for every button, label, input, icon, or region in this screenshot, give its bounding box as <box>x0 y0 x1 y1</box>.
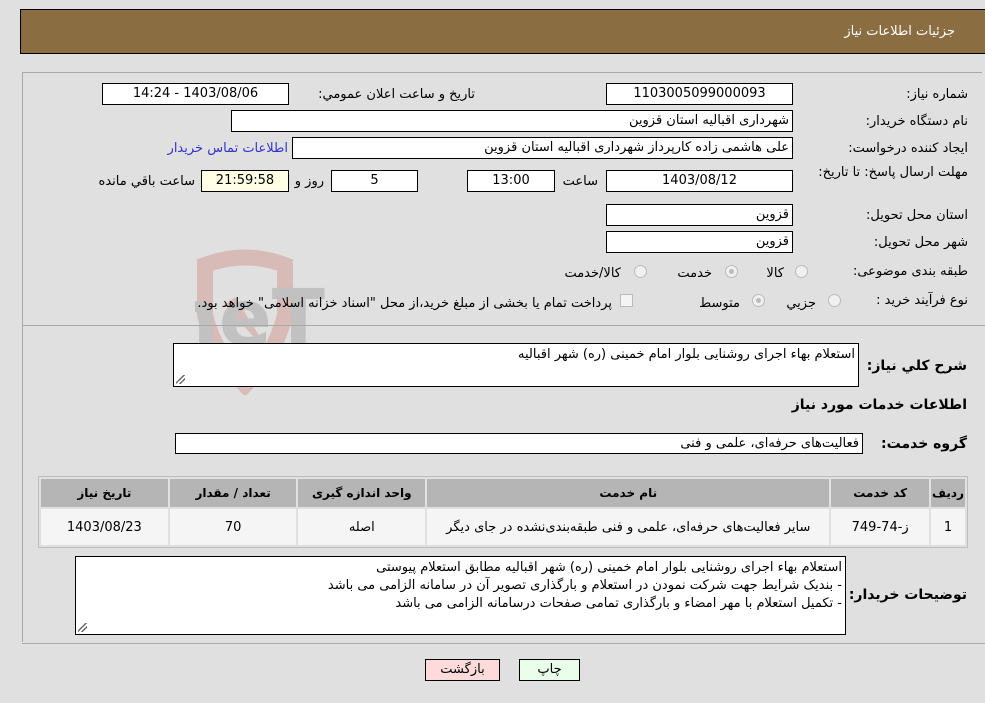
buyer-notes-line: - بندیک شرایط جهت شرکت نمودن در استعلام … <box>327 578 842 593</box>
general-description-text: استعلام بهاء اجرای روشنایی بلوار امام خم… <box>518 347 855 362</box>
delivery-city-label: شهر محل تحویل: <box>873 235 968 250</box>
process-option-minor: جزيي <box>786 296 816 311</box>
announce-datetime-label: تاریخ و ساعت اعلان عمومي: <box>318 87 475 102</box>
resize-grip-icon[interactable] <box>176 375 185 384</box>
buyer-org-label: نام دستگاه خریدار: <box>865 114 968 129</box>
category-option-service: خدمت <box>677 266 712 281</box>
deadline-date-field: 1403/08/12 <box>606 170 793 192</box>
remaining-days-field: 5 <box>331 170 418 192</box>
cell-need-date: 1403/08/23 <box>41 509 168 545</box>
cell-service-name: سایر فعالیت‌های حرفه‌ای، علمی و فنی طبقه… <box>427 509 830 545</box>
col-quantity: تعداد / مقدار <box>169 479 297 507</box>
need-number-field: 1103005099000093 <box>606 83 793 105</box>
cell-quantity: 70 <box>169 509 297 545</box>
cell-row-number: 1 <box>930 509 965 545</box>
services-table: ردیف کد خدمت نام خدمت واحد اندازه گیری ت… <box>38 476 968 548</box>
page-title: جزئیات اطلاعات نیاز <box>844 24 955 39</box>
category-option-goods: کالا <box>766 266 784 281</box>
category-label: طبقه بندی موضوعی: <box>852 264 968 279</box>
remaining-time-field: 21:59:58 <box>201 170 289 192</box>
category-radio-goods-service[interactable] <box>634 265 647 278</box>
process-option-medium: متوسط <box>699 296 740 311</box>
deadline-time-field: 13:00 <box>467 170 555 192</box>
section-divider <box>22 325 985 326</box>
deadline-time-label: ساعت <box>562 174 598 189</box>
deadline-label: مهلت ارسال پاسخ: تا تاریخ: <box>818 165 968 180</box>
service-group-field: فعالیت‌های حرفه‌ای، علمی و فنی <box>175 433 863 454</box>
requester-field: علی هاشمی زاده کارپرداز شهرداری اقبالیه … <box>292 137 793 159</box>
treasury-checkbox[interactable] <box>620 294 633 307</box>
process-radio-medium[interactable] <box>752 294 765 307</box>
category-radio-goods[interactable] <box>795 265 808 278</box>
table-row: 1 ز-74-749 سایر فعالیت‌های حرفه‌ای، علمی… <box>41 509 965 545</box>
cell-service-code: ز-74-749 <box>831 509 929 545</box>
page-header: جزئیات اطلاعات نیاز <box>20 9 985 54</box>
announce-datetime-field: 1403/08/06 - 14:24 <box>102 83 289 105</box>
buyer-notes-label: توضیحات خریدار: <box>848 587 967 603</box>
remaining-label: ساعت باقي مانده <box>98 174 195 189</box>
buyer-notes-textarea[interactable]: استعلام بهاء اجرای روشنایی بلوار امام خم… <box>75 556 846 635</box>
delivery-province-field: قزوین <box>606 204 793 226</box>
general-description-label: شرح کلي نياز: <box>866 358 967 374</box>
print-button[interactable]: چاپ <box>519 659 580 681</box>
process-radio-minor[interactable] <box>828 294 841 307</box>
buyer-org-field: شهرداری اقبالیه استان قزوین <box>231 110 793 132</box>
general-description-textarea[interactable]: استعلام بهاء اجرای روشنایی بلوار امام خم… <box>173 343 859 387</box>
requester-label: ایجاد کننده درخواست: <box>848 141 968 156</box>
treasury-note: پرداخت تمام یا بخشی از مبلغ خرید،از محل … <box>197 296 612 311</box>
col-service-code: کد خدمت <box>831 479 929 507</box>
footer-divider <box>22 643 985 644</box>
category-option-goods-service: کالا/خدمت <box>564 266 621 281</box>
col-row-number: ردیف <box>930 479 965 507</box>
col-need-date: تاریخ نیاز <box>41 479 168 507</box>
delivery-province-label: استان محل تحویل: <box>866 208 968 223</box>
need-number-label: شماره نیاز: <box>906 87 968 102</box>
category-radio-service[interactable] <box>725 265 738 278</box>
buyer-notes-line: استعلام بهاء اجرای روشنایی بلوار امام خم… <box>376 560 842 575</box>
process-type-label: نوع فرآیند خرید : <box>876 293 968 308</box>
col-unit: واحد اندازه گیری <box>298 479 426 507</box>
resize-grip-icon[interactable] <box>78 623 87 632</box>
col-service-name: نام خدمت <box>427 479 830 507</box>
days-label: روز و <box>294 174 324 189</box>
back-button[interactable]: بازگشت <box>425 659 500 681</box>
buyer-notes-line: - تکمیل استعلام با مهر امضاء و بارگذاری … <box>395 596 842 611</box>
service-group-label: گروه خدمت: <box>881 436 967 452</box>
table-header-row: ردیف کد خدمت نام خدمت واحد اندازه گیری ت… <box>41 479 965 507</box>
cell-unit: اصله <box>298 509 426 545</box>
delivery-city-field: قزوین <box>606 231 793 253</box>
buyer-contact-link[interactable]: اطلاعات تماس خریدار <box>168 141 288 156</box>
services-section-title: اطلاعات خدمات مورد نیاز <box>791 397 967 413</box>
